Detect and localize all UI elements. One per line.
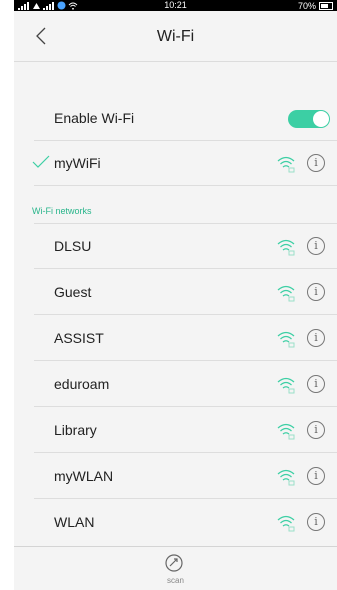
divider xyxy=(34,498,337,499)
network-row[interactable]: DLSU i xyxy=(14,224,337,269)
status-icons-right: 70% xyxy=(298,0,333,11)
info-icon[interactable]: i xyxy=(307,237,325,255)
title-bar: Wi-Fi xyxy=(14,11,337,62)
divider xyxy=(34,185,337,186)
network-name: DLSU xyxy=(54,238,92,254)
info-icon[interactable]: i xyxy=(307,283,325,301)
network-row[interactable]: eduroam i xyxy=(14,362,337,407)
battery-percentage: 70% xyxy=(297,0,316,11)
wifi-signal-lock-icon xyxy=(277,239,295,256)
section-header: Wi-Fi networks xyxy=(14,196,337,224)
info-icon[interactable]: i xyxy=(307,329,325,347)
network-name: WLAN xyxy=(54,514,95,530)
scan-label: scan xyxy=(167,576,184,585)
connected-network-name: myWiFi xyxy=(54,155,101,171)
connected-network-row[interactable]: myWiFi i xyxy=(14,141,337,186)
network-row[interactable]: Guest i xyxy=(14,270,337,315)
wifi-signal-lock-icon xyxy=(277,331,295,348)
wifi-settings-screen: 10:21 70% Wi-Fi Enable Wi-Fi myWiFi i Wi… xyxy=(14,0,337,590)
wifi-signal-lock-icon xyxy=(277,285,295,302)
wifi-signal-lock-icon xyxy=(277,469,295,486)
enable-wifi-label: Enable Wi-Fi xyxy=(54,110,135,126)
network-name: myWLAN xyxy=(54,468,114,484)
battery-icon xyxy=(319,1,333,10)
status-time: 10:21 xyxy=(164,0,187,10)
wifi-signal-lock-icon xyxy=(277,515,295,532)
wifi-signal-lock-icon xyxy=(277,423,295,440)
network-row[interactable]: Library i xyxy=(14,408,337,453)
network-name: Guest xyxy=(54,284,92,300)
toggle-knob xyxy=(313,111,329,127)
status-bar: 10:21 70% xyxy=(14,0,337,11)
wifi-signal-lock-icon xyxy=(277,156,295,173)
divider xyxy=(34,452,337,453)
network-name: eduroam xyxy=(54,376,110,392)
network-name: ASSIST xyxy=(54,330,104,346)
info-icon[interactable]: i xyxy=(307,513,325,531)
info-icon[interactable]: i xyxy=(307,467,325,485)
divider xyxy=(34,268,337,269)
network-row[interactable]: WLAN i xyxy=(14,500,337,545)
scan-button[interactable]: scan xyxy=(14,546,337,590)
top-spacer xyxy=(14,62,337,96)
wifi-signal-lock-icon xyxy=(277,377,295,394)
enable-wifi-row[interactable]: Enable Wi-Fi xyxy=(14,96,337,141)
wifi-toggle[interactable] xyxy=(288,110,330,128)
network-row[interactable]: ASSIST i xyxy=(14,316,337,361)
divider xyxy=(34,406,337,407)
page-title: Wi-Fi xyxy=(156,28,195,45)
scan-icon xyxy=(165,554,183,572)
info-icon[interactable]: i xyxy=(307,421,325,439)
network-row[interactable]: myWLAN i xyxy=(14,454,337,499)
divider xyxy=(34,360,337,361)
info-icon[interactable]: i xyxy=(307,375,325,393)
network-name: Library xyxy=(54,422,97,438)
info-icon[interactable]: i xyxy=(307,154,325,172)
check-icon xyxy=(32,155,50,168)
divider xyxy=(34,314,337,315)
section-title: Wi-Fi networks xyxy=(32,206,92,216)
